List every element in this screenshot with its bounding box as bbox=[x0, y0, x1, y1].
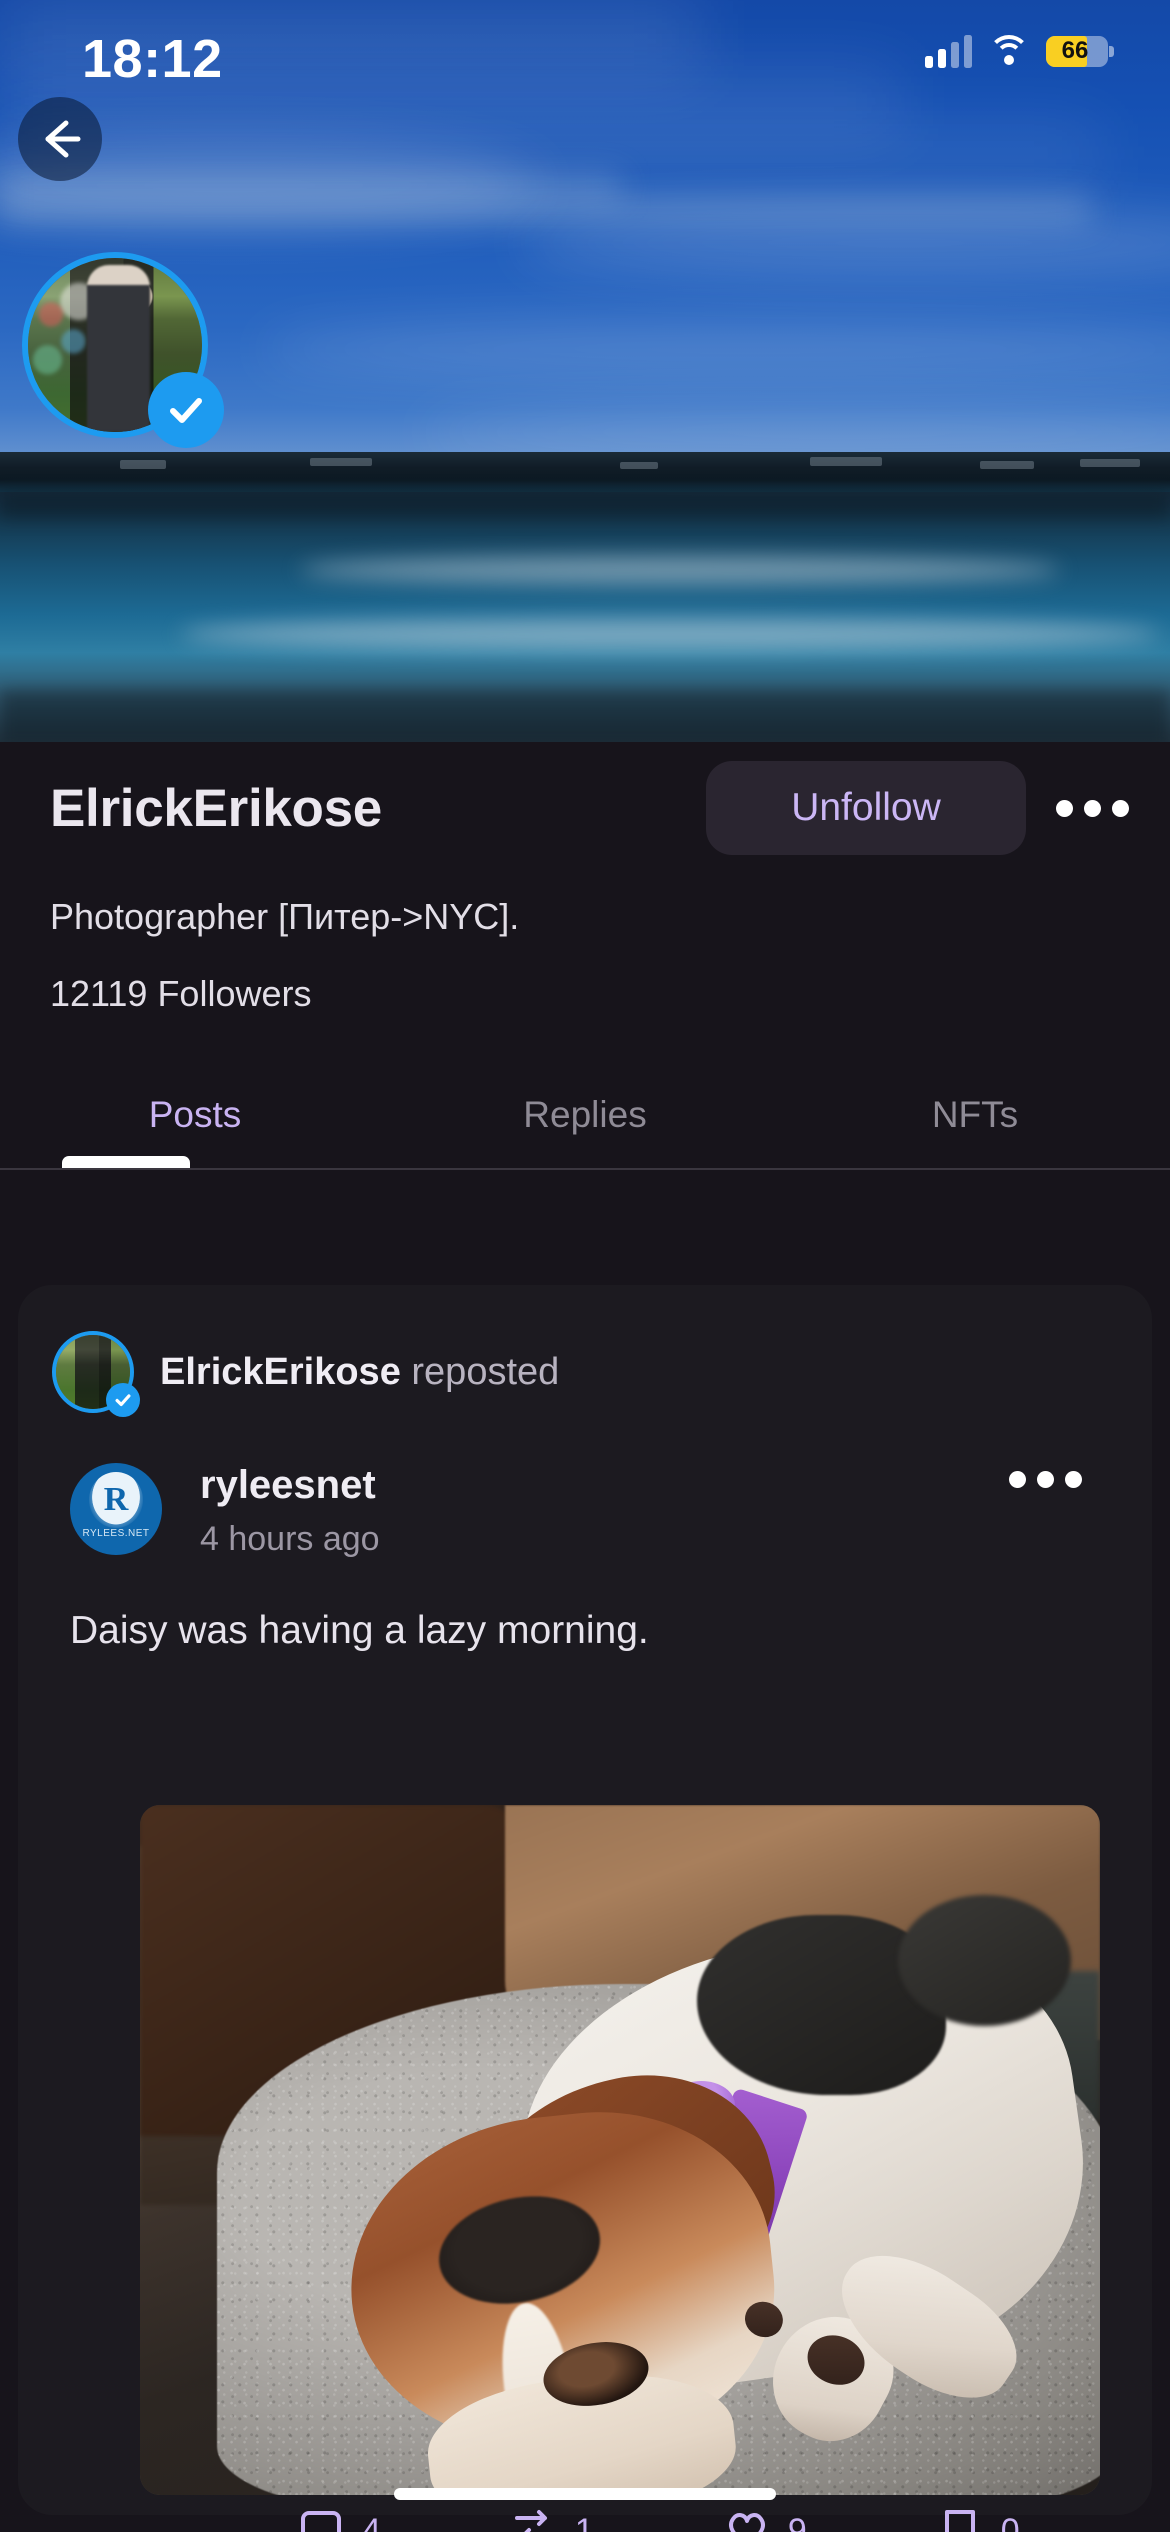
profile-display-name: ElrickErikose bbox=[50, 778, 382, 838]
verified-check-icon bbox=[148, 372, 224, 448]
wifi-icon bbox=[988, 35, 1030, 67]
avatar-monogram: R bbox=[89, 1471, 143, 1528]
tabs-divider bbox=[0, 1168, 1170, 1170]
repost-count: 1 bbox=[574, 2512, 594, 2532]
more-dots-icon bbox=[1055, 799, 1073, 817]
post-card[interactable]: ElrickErikose reposted R RYLEES.NET ryle… bbox=[18, 1285, 1152, 2515]
home-indicator[interactable] bbox=[394, 2488, 776, 2500]
post-author-row: R RYLEES.NET ryleesnet 4 hours ago bbox=[18, 1413, 1152, 1559]
post-action-bar: 4 1 9 0 bbox=[18, 2506, 1152, 2532]
avatar-photo-subject bbox=[87, 264, 150, 432]
surf-foam bbox=[0, 176, 620, 198]
tab-replies[interactable]: Replies bbox=[390, 1060, 780, 1170]
post-author-name[interactable]: ryleesnet bbox=[200, 1463, 380, 1508]
repost-author-avatar[interactable] bbox=[52, 1331, 140, 1417]
shore-detail bbox=[1080, 459, 1140, 467]
tab-nfts[interactable]: NFTs bbox=[780, 1060, 1170, 1170]
bookmark-count: 0 bbox=[1000, 2512, 1020, 2532]
post-text: Daisy was having a lazy morning. bbox=[70, 1609, 649, 1652]
post-more-button[interactable] bbox=[1009, 1471, 1082, 1488]
tab-posts[interactable]: Posts bbox=[0, 1060, 390, 1170]
more-dots-icon bbox=[1111, 799, 1129, 817]
profile-info-section: ElrickErikose Unfollow Photographer [Пит… bbox=[0, 742, 1170, 1015]
comment-button[interactable]: 4 bbox=[298, 2506, 381, 2532]
like-icon bbox=[724, 2506, 770, 2532]
profile-avatar[interactable] bbox=[22, 252, 224, 448]
wave-shadow bbox=[0, 492, 1170, 518]
surf-foam bbox=[300, 556, 1060, 584]
repost-icon bbox=[511, 2506, 557, 2532]
post-author-avatar[interactable]: R RYLEES.NET bbox=[70, 1463, 162, 1555]
shore-detail bbox=[980, 461, 1034, 469]
cellular-signal-icon bbox=[925, 34, 972, 68]
post-timestamp: 4 hours ago bbox=[200, 1520, 380, 1558]
verified-check-icon bbox=[106, 1383, 140, 1417]
post-author-meta: ryleesnet 4 hours ago bbox=[200, 1463, 380, 1559]
profile-header-row: ElrickErikose Unfollow bbox=[0, 742, 1170, 855]
bookmark-button[interactable]: 0 bbox=[937, 2506, 1020, 2532]
shore-detail bbox=[310, 458, 372, 466]
surf-foam bbox=[180, 618, 1160, 650]
post-image[interactable] bbox=[140, 1805, 1100, 2495]
banner-shoreline bbox=[0, 452, 1170, 492]
comment-count: 4 bbox=[362, 2512, 381, 2532]
like-count: 9 bbox=[787, 2512, 807, 2532]
profile-tabs: Posts Replies NFTs bbox=[0, 1060, 1170, 1170]
battery-percent-label: 66 bbox=[1061, 37, 1089, 64]
more-dots-icon bbox=[1065, 1471, 1082, 1488]
wave-shadow bbox=[0, 690, 1170, 742]
surf-foam bbox=[0, 198, 1090, 222]
image-dog-patch bbox=[898, 1894, 1072, 2026]
battery-icon: 66 bbox=[1046, 35, 1114, 67]
more-dots-icon bbox=[1083, 799, 1101, 817]
profile-bio: Photographer [Питер->NYC]. bbox=[50, 896, 520, 937]
bookmark-icon bbox=[937, 2506, 983, 2532]
status-bar-clock: 18:12 bbox=[82, 29, 223, 89]
avatar-brand-text: RYLEES.NET bbox=[82, 1528, 150, 1539]
repost-label: ElrickErikose reposted bbox=[160, 1351, 559, 1394]
app-screen: 18:12 66 ElrickErikose Unfollow Photogra… bbox=[0, 0, 1170, 2532]
shore-detail bbox=[620, 462, 658, 469]
repost-action-text: reposted bbox=[411, 1350, 560, 1393]
shore-detail bbox=[810, 457, 882, 466]
cloud-shape bbox=[0, 130, 1100, 176]
profile-more-button[interactable] bbox=[1054, 770, 1130, 846]
repost-header: ElrickErikose reposted bbox=[18, 1285, 1152, 1417]
profile-followers-count[interactable]: 12119 Followers bbox=[0, 941, 1170, 1015]
repost-author-name: ElrickErikose bbox=[160, 1350, 401, 1393]
unfollow-button[interactable]: Unfollow bbox=[706, 761, 1026, 855]
status-bar: 18:12 66 bbox=[0, 0, 1170, 130]
more-dots-icon bbox=[1037, 1471, 1054, 1488]
like-button[interactable]: 9 bbox=[724, 2506, 807, 2532]
more-dots-icon bbox=[1009, 1471, 1026, 1488]
shore-detail bbox=[120, 460, 166, 469]
status-bar-indicators: 66 bbox=[925, 34, 1114, 68]
repost-button[interactable]: 1 bbox=[511, 2506, 594, 2532]
comment-icon bbox=[298, 2506, 344, 2532]
